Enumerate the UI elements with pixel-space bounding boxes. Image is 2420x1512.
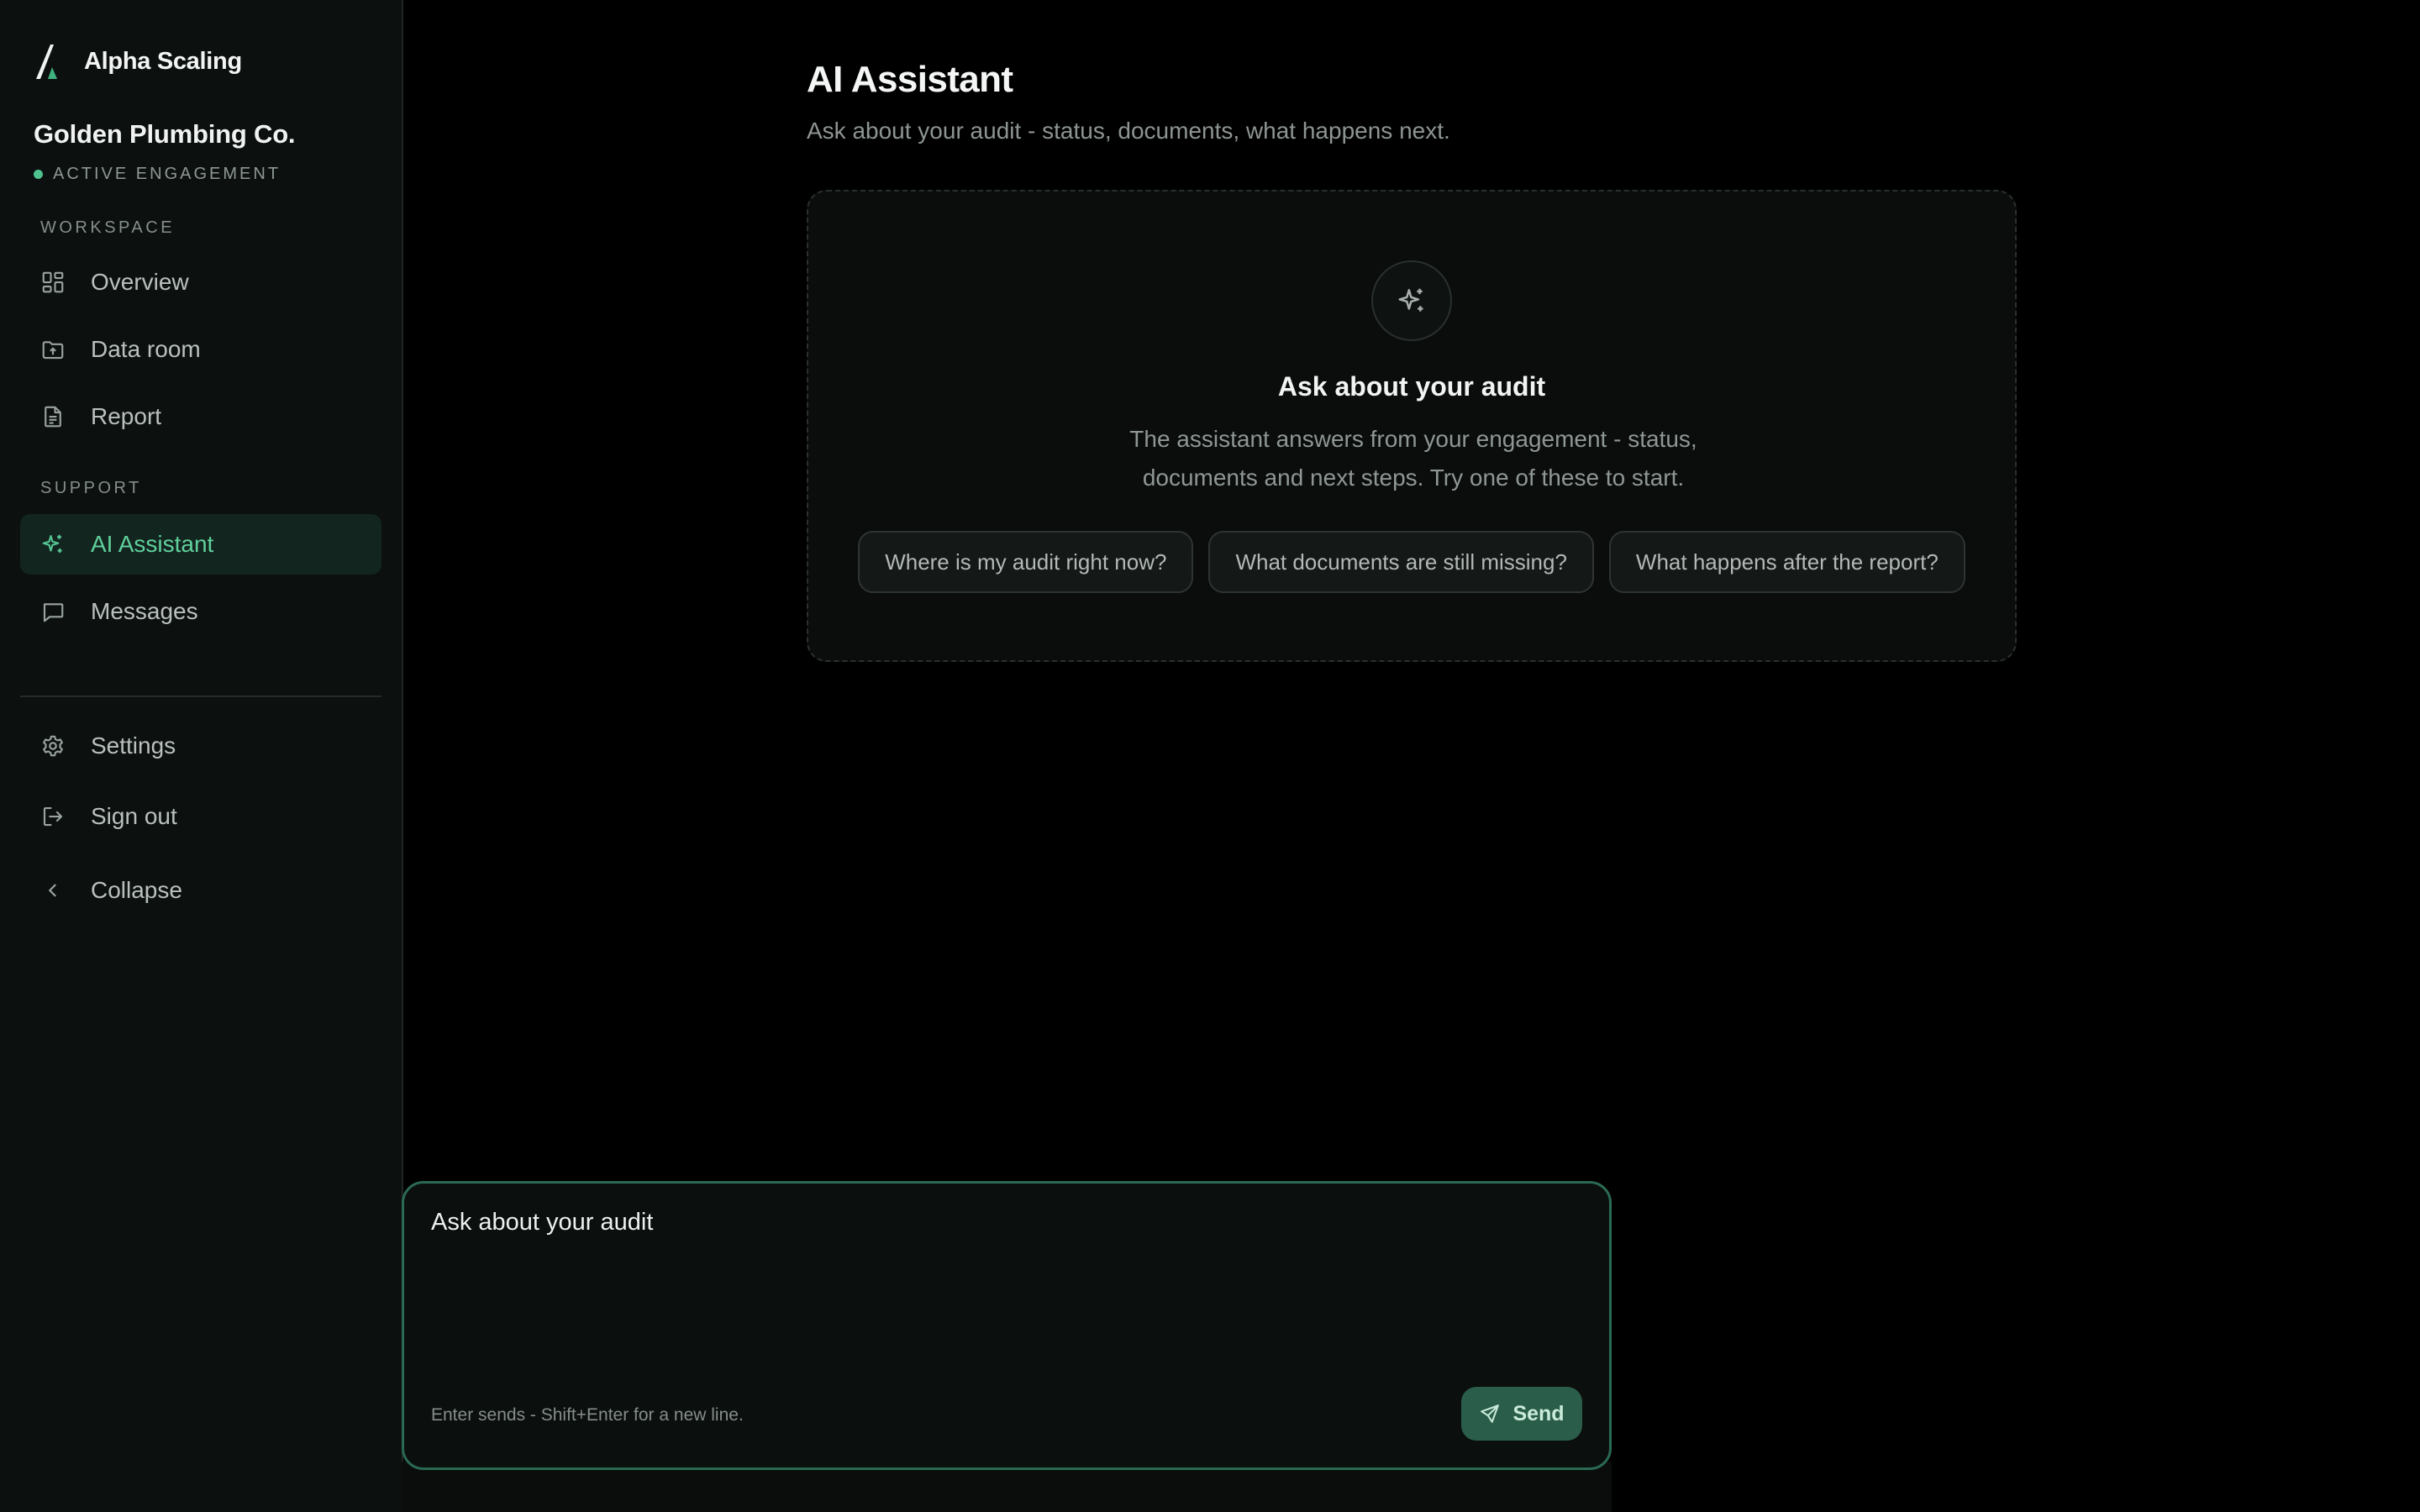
brand-name: Alpha Scaling — [84, 47, 242, 75]
sidebar-item-label: AI Assistant — [91, 531, 214, 557]
sidebar-item-label: Overview — [91, 269, 189, 295]
sparkles-icon — [42, 534, 62, 553]
sidebar-item-label: Settings — [91, 732, 176, 759]
status-text: ACTIVE ENGAGEMENT — [53, 165, 281, 183]
alpha-scaling-logo-icon — [36, 45, 57, 79]
client-name: Golden Plumbing Co. — [34, 119, 296, 149]
sidebar-item-overview[interactable]: Overview — [20, 252, 381, 312]
page-title: AI Assistant — [807, 59, 1013, 100]
suggestion-chip-after-report[interactable]: What happens after the report? — [1608, 531, 1965, 593]
sidebar-item-settings[interactable]: Settings — [20, 716, 381, 776]
grid-icon — [42, 271, 64, 293]
sidebar-divider — [20, 696, 381, 697]
send-icon — [1481, 1404, 1500, 1423]
sidebar-item-messages[interactable]: Messages — [20, 581, 381, 642]
sidebar-item-data-room[interactable]: Data room — [20, 319, 381, 380]
status-dot-icon — [34, 170, 43, 179]
page-subtitle: Ask about your audit - status, documents… — [807, 118, 1450, 144]
send-button-label: Send — [1512, 1401, 1565, 1425]
logout-icon — [43, 806, 63, 827]
sidebar-item-label: Collapse — [91, 877, 182, 903]
client-info: Golden Plumbing Co. ACTIVE ENGAGEMENT — [34, 119, 296, 184]
app: Alpha Scaling Golden Plumbing Co. ACTIVE… — [0, 0, 2420, 1512]
empty-state-card: Ask about your audit The assistant answe… — [807, 190, 2017, 662]
sidebar-item-report[interactable]: Report — [20, 386, 381, 447]
support-section-label: SUPPORT — [40, 479, 142, 497]
suggestion-chips: Where is my audit right now? What docume… — [808, 531, 2015, 593]
chat-bubble-icon — [43, 603, 64, 622]
sidebar-item-ai-assistant[interactable]: AI Assistant — [20, 514, 381, 575]
sidebar-item-collapse[interactable]: Collapse — [20, 860, 381, 921]
workspace-section-label: WORKSPACE — [40, 218, 176, 237]
chat-composer: Enter sends - Shift+Enter for a new line… — [402, 1181, 1612, 1470]
suggestion-chip-missing-documents[interactable]: What documents are still missing? — [1208, 531, 1594, 593]
empty-state-title: Ask about your audit — [1277, 371, 1546, 402]
brand[interactable]: Alpha Scaling — [34, 40, 242, 82]
send-button[interactable]: Send — [1461, 1387, 1582, 1441]
sparkles-icon — [1398, 288, 1423, 312]
sidebar-item-label: Sign out — [91, 803, 177, 829]
document-icon — [45, 406, 61, 428]
empty-state-icon-badge — [1371, 260, 1452, 341]
gear-icon — [43, 735, 63, 757]
sidebar-item-label: Data room — [91, 336, 201, 362]
empty-state-description: The assistant answers from your engageme… — [1129, 426, 1697, 491]
sidebar-item-label: Report — [91, 403, 162, 429]
client-status: ACTIVE ENGAGEMENT — [34, 165, 295, 184]
sidebar-item-sign-out[interactable]: Sign out — [20, 786, 381, 847]
sidebar-item-label: Messages — [91, 598, 198, 624]
folder-upload-icon — [42, 341, 64, 360]
sidebar: Alpha Scaling Golden Plumbing Co. ACTIVE… — [0, 0, 403, 1512]
suggestion-chip-audit-status[interactable]: Where is my audit right now? — [858, 531, 1194, 593]
composer-hint: Enter sends - Shift+Enter for a new line… — [431, 1405, 744, 1425]
chevron-left-icon — [49, 884, 56, 897]
chat-input[interactable] — [431, 1209, 1582, 1377]
